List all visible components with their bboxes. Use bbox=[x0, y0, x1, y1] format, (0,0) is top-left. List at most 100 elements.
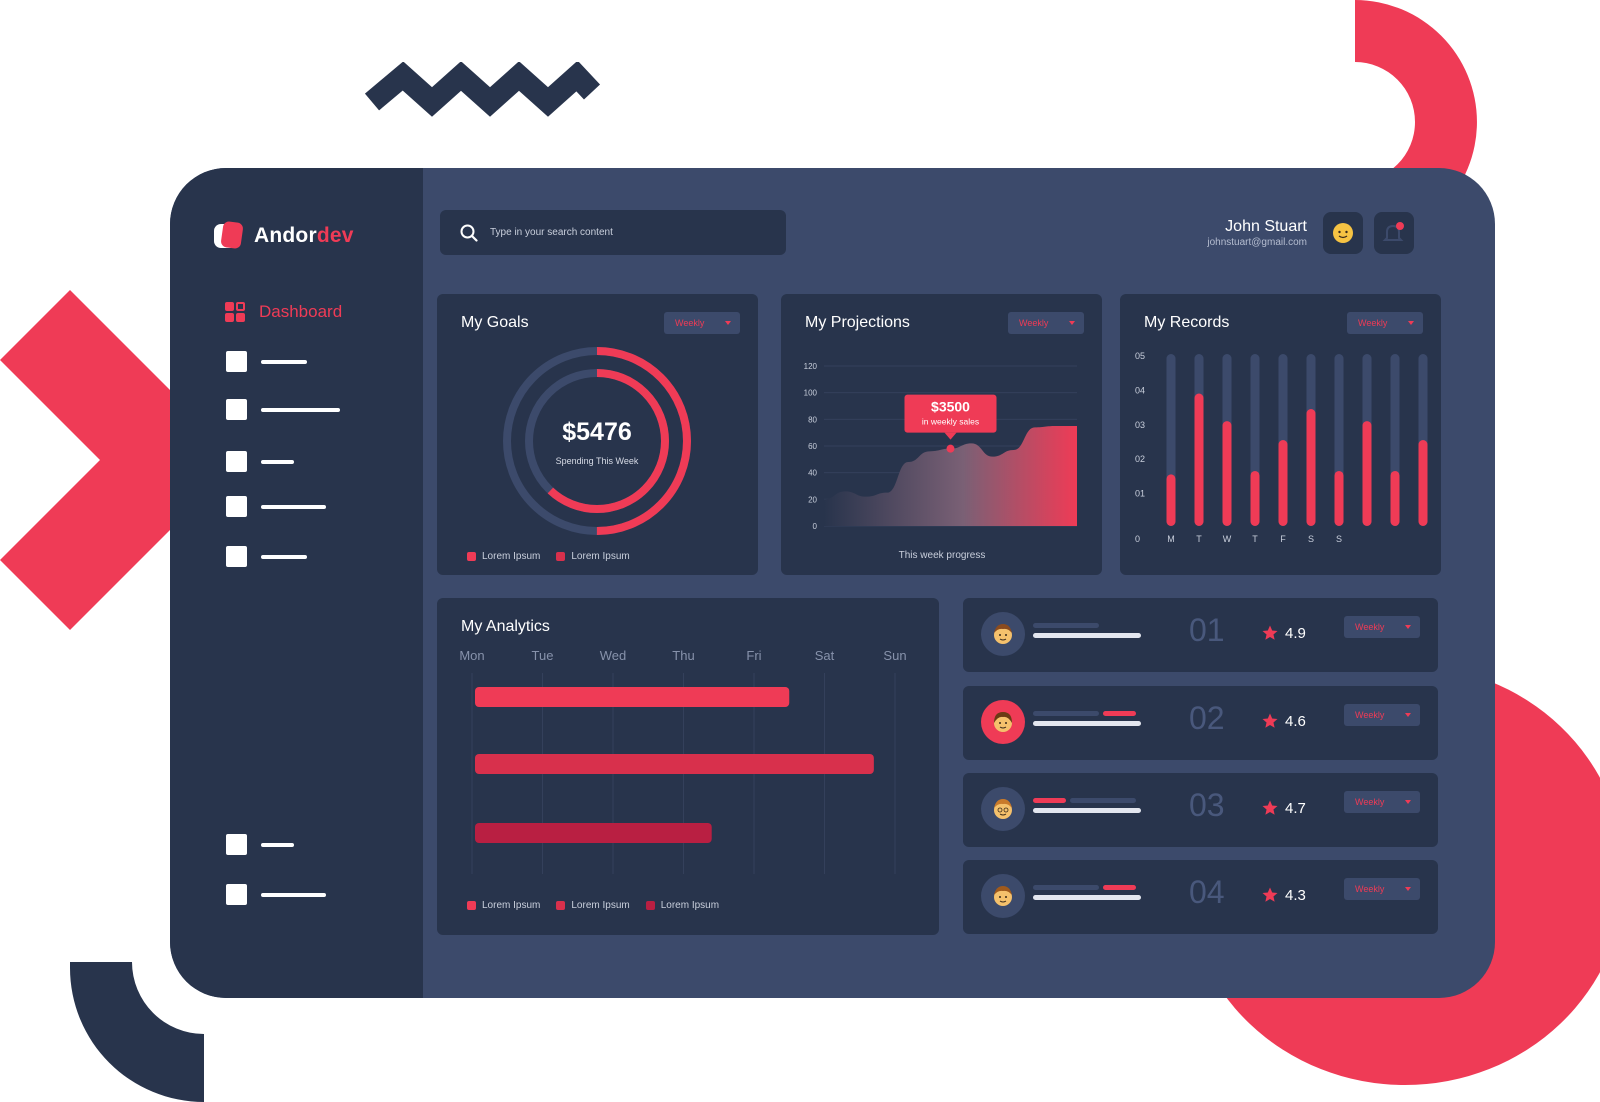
legend-item: Lorem Ipsum bbox=[556, 900, 630, 911]
record-bar[interactable] bbox=[1418, 440, 1428, 526]
legend-swatch bbox=[467, 901, 476, 910]
y-tick-label: 40 bbox=[808, 469, 817, 478]
search-bar bbox=[440, 210, 786, 255]
person-avatar-icon bbox=[994, 799, 1012, 819]
record-bar[interactable] bbox=[1250, 470, 1260, 526]
sidebar-item-5[interactable] bbox=[226, 546, 307, 567]
user-avatar-button[interactable] bbox=[1323, 212, 1363, 254]
y-tick-label: 03 bbox=[1135, 420, 1145, 430]
ranking-bars bbox=[1033, 623, 1141, 638]
projections-caption: This week progress bbox=[899, 550, 986, 561]
record-bar[interactable] bbox=[1306, 409, 1316, 526]
placeholder-label bbox=[261, 359, 307, 364]
y-tick-label: 01 bbox=[1135, 489, 1145, 499]
ranking-bars bbox=[1033, 711, 1141, 726]
logo-icon bbox=[214, 220, 244, 250]
sidebar-item-1[interactable] bbox=[226, 351, 307, 372]
search-input[interactable] bbox=[490, 227, 760, 238]
user-name: John Stuart bbox=[1225, 218, 1307, 235]
sidebar-item-dashboard[interactable]: Dashboard bbox=[225, 302, 342, 322]
filter-label: Weekly bbox=[1355, 710, 1385, 720]
search-icon bbox=[460, 224, 478, 242]
sidebar-item-7[interactable] bbox=[226, 884, 326, 905]
ranking-row-2[interactable]: 02 4.6 Weekly bbox=[963, 686, 1438, 760]
star-icon bbox=[1262, 887, 1278, 902]
record-bar[interactable] bbox=[1390, 470, 1400, 526]
x-tick-label: M bbox=[1167, 534, 1175, 544]
placeholder-icon bbox=[226, 834, 247, 855]
ranking-filter-dropdown[interactable]: Weekly bbox=[1344, 791, 1420, 813]
placeholder-label bbox=[261, 892, 326, 897]
ranking-filter-dropdown[interactable]: Weekly bbox=[1344, 878, 1420, 900]
rank-rating: 4.7 bbox=[1261, 799, 1306, 817]
sidebar: Andordev Dashboard bbox=[170, 168, 423, 998]
x-tick-label: T bbox=[1252, 534, 1258, 544]
ranking-filter-dropdown[interactable]: Weekly bbox=[1344, 616, 1420, 638]
records-chart: 05 04 03 02 01 0 M T W T F S S bbox=[1135, 351, 1428, 544]
brand-logo[interactable]: Andordev bbox=[214, 220, 354, 250]
ranking-bars bbox=[1033, 885, 1141, 900]
y-tick-label: 60 bbox=[808, 442, 817, 451]
projections-chart: 120 100 80 60 40 20 0 $3500 in weekly sales Th… bbox=[804, 362, 1077, 561]
ranking-row-1[interactable]: 01 4.9 Weekly bbox=[963, 598, 1438, 672]
placeholder-label bbox=[261, 459, 294, 464]
record-bar[interactable] bbox=[1194, 393, 1204, 526]
chevron-decoration bbox=[0, 290, 170, 630]
projection-highlight-point[interactable] bbox=[946, 444, 955, 453]
brand-name-part1: Andor bbox=[254, 224, 317, 247]
record-bar[interactable] bbox=[1222, 421, 1232, 526]
day-label: Thu bbox=[672, 648, 694, 663]
ranking-row-4[interactable]: 04 4.3 Weekly bbox=[963, 860, 1438, 934]
user-avatar bbox=[981, 787, 1025, 831]
rating-value: 4.9 bbox=[1285, 624, 1306, 642]
record-bar[interactable] bbox=[1278, 440, 1288, 526]
person-avatar-icon bbox=[994, 624, 1012, 644]
legend-item: Lorem Ipsum bbox=[556, 551, 630, 562]
x-tick-label: F bbox=[1280, 534, 1286, 544]
record-bar[interactable] bbox=[1166, 474, 1176, 526]
projection-tooltip: $3500 in weekly sales bbox=[904, 394, 997, 440]
user-email: johnstuart@gmail.com bbox=[1207, 237, 1307, 248]
sidebar-item-4[interactable] bbox=[226, 496, 326, 517]
y-tick-label: 0 bbox=[813, 522, 818, 531]
placeholder-icon bbox=[226, 546, 247, 567]
legend-item: Lorem Ipsum bbox=[645, 900, 719, 911]
placeholder-label bbox=[261, 407, 340, 412]
placeholder-icon bbox=[226, 351, 247, 372]
projections-card: My Projections Weekly 120 100 80 60 40 20 0 $3… bbox=[781, 294, 1102, 575]
chevron-down-icon bbox=[1405, 625, 1411, 629]
legend-label: Lorem Ipsum bbox=[482, 551, 541, 562]
sidebar-item-2[interactable] bbox=[226, 399, 340, 420]
analytics-bar[interactable] bbox=[475, 823, 712, 843]
goals-caption: Spending This Week bbox=[556, 456, 639, 466]
sidebar-item-6[interactable] bbox=[226, 834, 294, 855]
y-tick-label: 100 bbox=[804, 389, 818, 398]
notification-button[interactable] bbox=[1374, 212, 1414, 254]
rating-value: 4.7 bbox=[1285, 799, 1306, 817]
record-bar[interactable] bbox=[1334, 470, 1344, 526]
user-info: John Stuart johnstuart@gmail.com bbox=[1207, 218, 1307, 248]
ranking-row-3[interactable]: 03 4.7 Weekly bbox=[963, 773, 1438, 847]
analytics-chart: Mon Tue Wed Thu Fri Sat Sun bbox=[459, 648, 907, 874]
record-bar[interactable] bbox=[1362, 421, 1372, 526]
y-tick-label: 0 bbox=[1135, 534, 1140, 544]
rank-rating: 4.6 bbox=[1261, 712, 1306, 730]
rating-value: 4.6 bbox=[1285, 712, 1306, 730]
y-tick-label: 02 bbox=[1135, 454, 1145, 464]
placeholder-label bbox=[261, 554, 307, 559]
goals-card: My Goals Weekly $5476 Spending This Week… bbox=[437, 294, 758, 575]
legend-item: Lorem Ipsum bbox=[467, 551, 540, 562]
analytics-bar[interactable] bbox=[475, 754, 874, 774]
sidebar-item-3[interactable] bbox=[226, 451, 294, 472]
y-tick-label: 05 bbox=[1135, 351, 1145, 361]
legend-swatch bbox=[645, 901, 655, 910]
brand-name: Andordev bbox=[254, 224, 354, 248]
chevron-down-icon bbox=[1405, 800, 1411, 804]
analytics-bar[interactable] bbox=[475, 687, 790, 707]
star-icon bbox=[1262, 713, 1278, 728]
ranking-filter-dropdown[interactable]: Weekly bbox=[1344, 704, 1420, 726]
rank-number: 04 bbox=[1189, 874, 1225, 910]
placeholder-label bbox=[261, 842, 294, 847]
goals-legend: Lorem Ipsum Lorem Ipsum bbox=[467, 551, 638, 562]
person-avatar-icon bbox=[994, 886, 1012, 906]
